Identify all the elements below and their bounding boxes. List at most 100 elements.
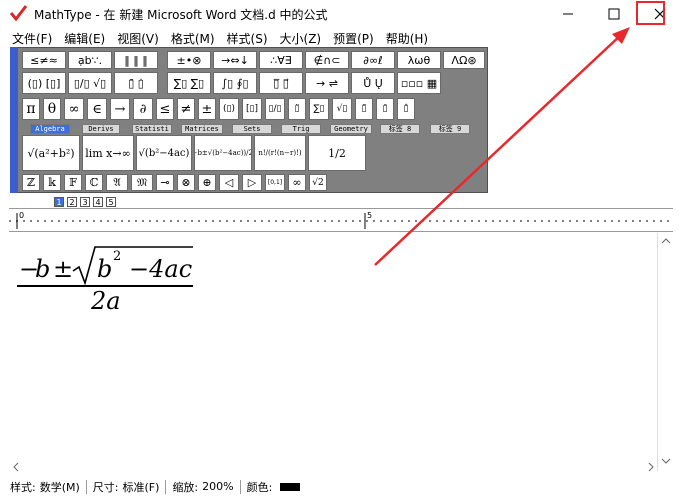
superscript-button[interactable]: ▯̈: [288, 98, 306, 120]
field-k-button[interactable]: 𝕜: [43, 174, 61, 191]
greek-upper-palette-button[interactable]: ΛΩ⊛: [443, 51, 485, 69]
fractions-palette-button[interactable]: ▯/▯ √▯: [68, 72, 112, 94]
sets-palette-button[interactable]: ∉∩⊂: [305, 51, 349, 69]
embellishments-palette-button[interactable]: ‖ ‖ ‖: [114, 51, 158, 69]
arrows-palette-button[interactable]: →⇔↓: [213, 51, 257, 69]
element-of-button[interactable]: ∈: [87, 98, 107, 120]
tab-derivs[interactable]: Derivs: [82, 124, 120, 134]
ruler-label-5: 5: [367, 211, 373, 220]
tab-label-9[interactable]: 标签 9: [430, 124, 470, 134]
brackets-button[interactable]: [▯]: [242, 98, 262, 120]
pi-button[interactable]: π: [22, 98, 40, 120]
maximize-icon: [608, 8, 620, 20]
menu-help[interactable]: 帮助(H): [380, 28, 434, 47]
status-zoom-value[interactable]: 200%: [202, 480, 233, 493]
mathtype-logo-icon: [10, 5, 28, 22]
interval-button[interactable]: [0,1]: [265, 174, 285, 191]
tab-sets[interactable]: Sets: [232, 124, 272, 134]
tab-label-8[interactable]: 标签 8: [380, 124, 420, 134]
relations-palette-button[interactable]: ≤≠≈: [22, 51, 66, 69]
matrices-palette-button[interactable]: ▫▫▫ ▦: [397, 72, 441, 94]
status-style-label: 样式:: [10, 480, 36, 494]
sums-palette-button[interactable]: ∑▯ ∑▯: [167, 72, 211, 94]
theta-button[interactable]: θ: [43, 98, 61, 120]
fraction-button[interactable]: ▯/▯: [265, 98, 285, 120]
template-quadratic[interactable]: (−b±√(b²−4ac))/2a: [194, 135, 252, 171]
ruler-label-0: 0: [19, 211, 25, 220]
otimes-button[interactable]: ⊗: [177, 174, 195, 191]
infinity-button[interactable]: ∞: [64, 98, 84, 120]
operators-palette-button[interactable]: ±•⊗: [167, 51, 211, 69]
tab-statistics[interactable]: Statisti: [132, 124, 172, 134]
bars-palette-button[interactable]: ▯̅ ▯⃗: [259, 72, 303, 94]
equation-editor[interactable]: − b ± b 2 −4ac 2a: [9, 233, 657, 471]
not-equal-button[interactable]: ≠: [177, 98, 195, 120]
title-bar: MathType - 在 新建 Microsoft Word 文档.d 中的公式: [0, 0, 680, 28]
template-combination[interactable]: n!/(r!(n−r)!): [254, 135, 306, 171]
menu-format[interactable]: 格式(M): [165, 28, 221, 47]
template-hypotenuse[interactable]: √(a²+b²): [22, 135, 80, 171]
sqrt-button[interactable]: √▯: [332, 98, 352, 120]
template-half[interactable]: 1/2: [308, 135, 366, 171]
fraktur-a-button[interactable]: 𝔄: [106, 174, 128, 191]
template-limit[interactable]: lim x→∞: [82, 135, 134, 171]
hat-button[interactable]: ▯̂: [397, 98, 415, 120]
menu-preferences[interactable]: 预置(P): [327, 28, 380, 47]
fences-palette-button[interactable]: (▯) [▯]: [22, 72, 66, 94]
status-style-value[interactable]: 数学(M): [40, 479, 80, 495]
fraktur-m-button[interactable]: 𝔐: [131, 174, 153, 191]
template-discriminant[interactable]: √(b²−4ac): [136, 135, 192, 171]
greek-lower-palette-button[interactable]: λωθ: [397, 51, 441, 69]
menu-size[interactable]: 大小(Z): [274, 28, 328, 47]
menu-file[interactable]: 文件(F): [6, 28, 58, 47]
size-2-button[interactable]: 2: [67, 197, 77, 207]
toolbar-grip[interactable]: [10, 47, 18, 193]
logic-palette-button[interactable]: ∴∀∃: [259, 51, 303, 69]
subscripts-palette-button[interactable]: ▯̄ ▯̇: [114, 72, 158, 94]
size-1-button[interactable]: 1: [54, 197, 64, 207]
partial-button[interactable]: ∂: [133, 98, 153, 120]
tilde-button[interactable]: ▯̃: [355, 98, 373, 120]
misc-palette-button[interactable]: ∂∞ℓ: [351, 51, 395, 69]
menu-view[interactable]: 视图(V): [111, 28, 165, 47]
tab-algebra[interactable]: Algebra: [30, 124, 70, 134]
menu-style[interactable]: 样式(S): [221, 28, 274, 47]
overbar-button[interactable]: ▯̄: [376, 98, 394, 120]
complex-button[interactable]: ℂ: [85, 174, 103, 191]
tab-geometry[interactable]: Geometry: [330, 124, 372, 134]
status-size-label: 尺寸:: [92, 480, 119, 494]
minimize-icon: [563, 13, 573, 15]
maximize-button[interactable]: [591, 0, 637, 28]
menu-edit[interactable]: 编辑(E): [58, 28, 111, 47]
summation-button[interactable]: ∑▯: [309, 98, 329, 120]
plus-minus-button[interactable]: ±: [198, 98, 216, 120]
parentheses-button[interactable]: (▯): [219, 98, 239, 120]
arrow-button[interactable]: →: [110, 98, 130, 120]
infinity-2-button[interactable]: ∞: [288, 174, 306, 191]
equation-denominator: 2a: [91, 287, 121, 315]
status-color-swatch[interactable]: [280, 482, 301, 491]
tab-matrices[interactable]: Matrices: [181, 124, 223, 134]
vertical-scrollbar[interactable]: [657, 233, 673, 471]
size-3-button[interactable]: 3: [80, 197, 90, 207]
labeled-arrows-palette-button[interactable]: → ⇌: [305, 72, 349, 94]
tab-trig[interactable]: Trig: [281, 124, 321, 134]
size-4-button[interactable]: 4: [93, 197, 103, 207]
products-palette-button[interactable]: Ů Ų: [351, 72, 395, 94]
spaces-palette-button[interactable]: ạb∵.: [68, 51, 112, 69]
less-equal-button[interactable]: ≤: [156, 98, 174, 120]
menu-bar: 文件(F) 编辑(E) 视图(V) 格式(M) 样式(S) 大小(Z) 预置(P…: [0, 28, 680, 47]
sqrt-two-button[interactable]: √2: [309, 174, 327, 191]
horizontal-scrollbar[interactable]: [9, 460, 657, 474]
ruler[interactable]: 0 5: [9, 208, 673, 232]
multimap-button[interactable]: ⊸: [156, 174, 174, 191]
oplus-button[interactable]: ⊕: [198, 174, 216, 191]
field-f-button[interactable]: 𝔽: [64, 174, 82, 191]
size-5-button[interactable]: 5: [106, 197, 116, 207]
minimize-button[interactable]: [545, 0, 591, 28]
integers-button[interactable]: ℤ: [22, 174, 40, 191]
right-triangle-button[interactable]: ▷: [242, 174, 262, 191]
integrals-palette-button[interactable]: ∫▯ ∮▯: [213, 72, 257, 94]
status-size-value[interactable]: 标准(F): [123, 479, 160, 495]
left-triangle-button[interactable]: ◁: [219, 174, 239, 191]
